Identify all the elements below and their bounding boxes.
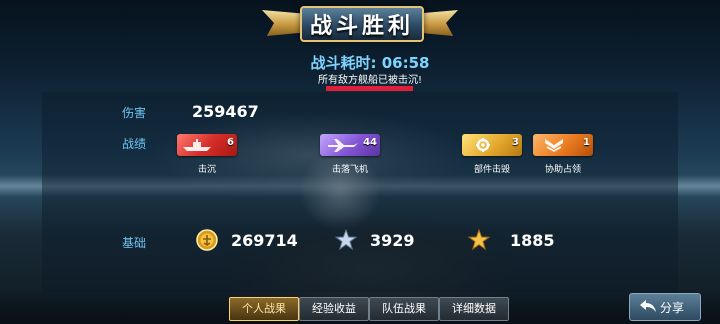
assist-capture-badge: 1 <box>533 134 593 156</box>
tab-experience-gain[interactable]: 经验收益 <box>299 297 369 321</box>
share-label: 分享 <box>660 301 685 315</box>
sink-count: 6 <box>227 137 234 148</box>
tab-personal-results[interactable]: 个人战果 <box>229 297 299 321</box>
ship-icon <box>183 139 211 151</box>
sink-badge: 6 <box>177 134 237 156</box>
assist-capture-count: 1 <box>583 137 590 148</box>
gold-star-icon <box>468 229 490 251</box>
planes-shot-count: 44 <box>363 137 377 148</box>
silver-value: 3929 <box>370 231 415 250</box>
assist-capture-caption: 协助占领 <box>544 165 581 175</box>
share-button[interactable]: 分享 <box>629 293 701 321</box>
victory-title: 战斗胜利 <box>309 14 414 39</box>
victory-banner: 战斗胜利 <box>262 4 458 42</box>
gear-icon <box>476 138 490 152</box>
tab-detailed-data[interactable]: 详细数据 <box>439 297 509 321</box>
gold-value: 269714 <box>231 231 298 250</box>
results-panel <box>42 92 678 292</box>
planes-shot-badge: 44 <box>320 134 380 156</box>
chevron-rank-icon <box>545 139 563 152</box>
message-underline <box>326 86 413 91</box>
planes-shot-caption: 击落飞机 <box>331 165 368 175</box>
damage-label: 伤害 <box>122 106 147 120</box>
parts-destroyed-count: 3 <box>512 137 519 148</box>
share-arrow-icon <box>640 300 656 312</box>
damage-value: 259467 <box>192 102 259 121</box>
gold-star-value: 1885 <box>510 231 555 250</box>
achievements-label: 战绩 <box>122 137 147 151</box>
base-label: 基础 <box>122 236 147 250</box>
silver-star-icon <box>335 229 357 251</box>
parts-destroyed-badge: 3 <box>462 134 522 156</box>
battle-duration: 战斗耗时: 06:58 <box>310 54 430 72</box>
victory-message: 所有敌方舰船已被击沉! <box>317 75 422 86</box>
gold-coin-icon <box>196 229 218 251</box>
plane-icon <box>328 139 358 152</box>
parts-destroyed-caption: 部件击毁 <box>473 165 510 175</box>
tab-team-results[interactable]: 队伍战果 <box>369 297 439 321</box>
sink-caption: 击沉 <box>197 165 216 175</box>
